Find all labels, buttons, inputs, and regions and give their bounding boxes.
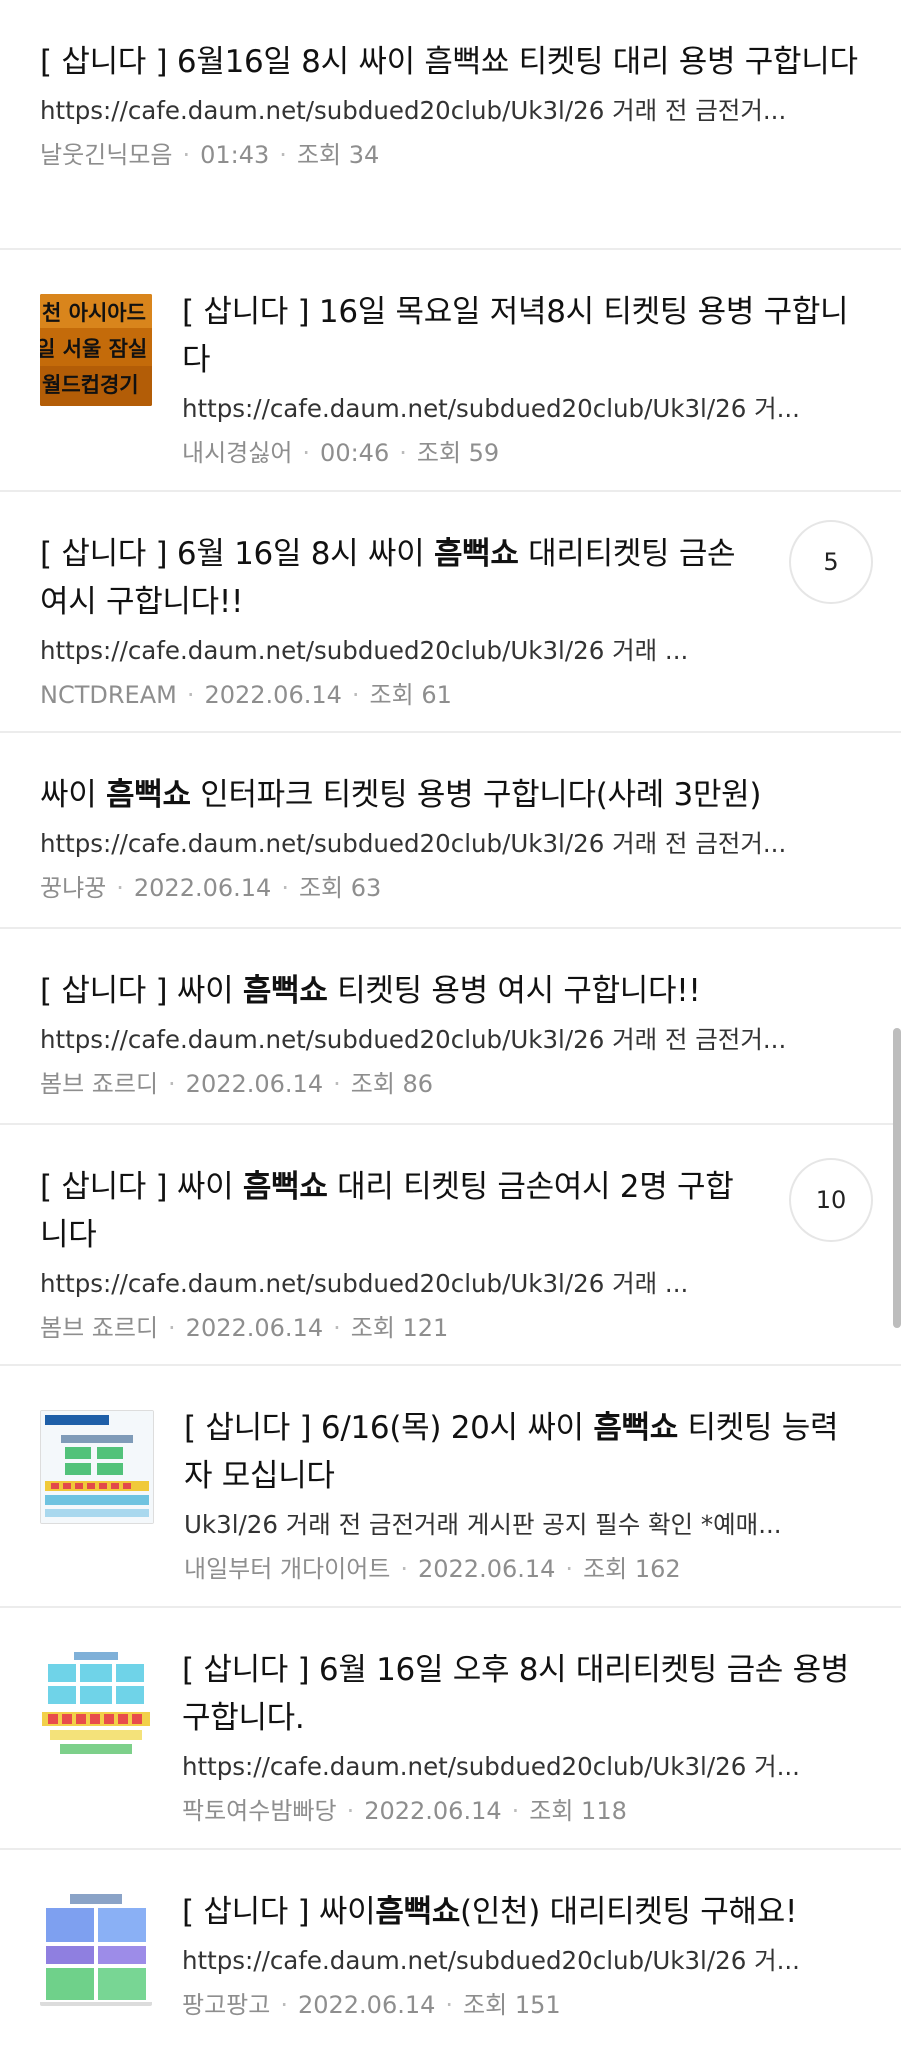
post-views: 조회 86 — [350, 1070, 434, 1098]
post-time: 2022.06.14 — [204, 681, 342, 709]
post-title[interactable]: [ 삽니다 ] 6월 16일 8시 싸이 흠뻑쇼 대리티켓팅 금손 여시 구합니… — [40, 530, 761, 626]
post-author: 봄브 죠르디 — [40, 1070, 159, 1098]
post-excerpt: https://cafe.daum.net/subdued20club/Uk3l… — [182, 1946, 800, 1975]
post-meta: 팡고팡고 · 2022.06.14 · 조회 151 — [182, 1991, 561, 2019]
comment-count-badge[interactable]: 5 — [789, 520, 873, 604]
list-item[interactable]: 천 아시아드 일 서울 잠실 월드컵경기 [ 삽니다 ] 16일 목요일 저녁8… — [0, 250, 901, 492]
post-time: 2022.06.14 — [297, 1991, 436, 2019]
post-author: 내일부터 개다이어트 — [184, 1555, 391, 1583]
thumb-line-2: 일 서울 잠실 — [40, 337, 147, 361]
post-title[interactable]: [ 삽니다 ] 6월 16일 오후 8시 대리티켓팅 금손 용병구합니다. — [182, 1646, 861, 1742]
post-excerpt: https://cafe.daum.net/subdued20club/Uk3l… — [40, 636, 689, 665]
post-author: 팡고팡고 — [182, 1991, 271, 2019]
post-author: 내시경싫어 — [182, 439, 293, 467]
post-thumbnail[interactable] — [40, 1652, 152, 1764]
post-time: 2022.06.14 — [185, 1070, 324, 1098]
search-result-list: [ 삽니다 ] 6월16일 8시 싸이 흠뻑쑈 티켓팅 대리 용병 구합니다 h… — [0, 0, 901, 2048]
seating-chart-image — [41, 1411, 153, 1523]
post-excerpt: https://cafe.daum.net/subdued20club/Uk3l… — [40, 829, 787, 858]
post-meta: 꿍냐꿍 · 2022.06.14 · 조회 63 — [40, 874, 382, 902]
post-thumbnail[interactable] — [40, 1894, 152, 2006]
post-time: 2022.06.14 — [418, 1555, 556, 1583]
post-views: 조회 61 — [369, 681, 452, 709]
post-time: 01:43 — [200, 141, 270, 169]
post-excerpt: https://cafe.daum.net/subdued20club/Uk3l… — [40, 1269, 689, 1298]
post-time: 2022.06.14 — [185, 1314, 324, 1342]
seating-chart-image — [40, 1652, 152, 1764]
post-author: 날웃긴닉모음 — [40, 141, 173, 169]
post-views: 조회 151 — [463, 1991, 561, 2019]
post-title[interactable]: [ 삽니다 ] 싸이 흠뻑쇼 대리 티켓팅 금손여시 2명 구합니다 — [40, 1163, 761, 1259]
post-views: 조회 34 — [296, 141, 380, 169]
post-excerpt: https://cafe.daum.net/subdued20club/Uk3l… — [182, 1752, 800, 1781]
post-author: NCTDREAM — [40, 681, 177, 709]
post-views: 조회 63 — [298, 874, 382, 902]
list-item[interactable]: [ 삽니다 ] 싸이 흠뻑쇼 티켓팅 용병 여시 구합니다!! https://… — [0, 929, 901, 1125]
list-item[interactable]: [ 삽니다 ] 싸이흠뻑쇼(인천) 대리티켓팅 구해요! https://caf… — [0, 1850, 901, 2048]
list-item[interactable]: 싸이 흠뻑쇼 인터파크 티켓팅 용병 구합니다(사례 3만원) https://… — [0, 733, 901, 929]
post-title[interactable]: [ 삽니다 ] 싸이 흠뻑쇼 티켓팅 용병 여시 구합니다!! — [40, 967, 861, 1015]
post-meta: 봄브 죠르디 · 2022.06.14 · 조회 121 — [40, 1314, 449, 1342]
post-time: 2022.06.14 — [133, 874, 272, 902]
post-thumbnail[interactable] — [40, 1410, 154, 1524]
post-title[interactable]: [ 삽니다 ] 6월16일 8시 싸이 흠뻑쑈 티켓팅 대리 용병 구합니다 — [40, 38, 861, 86]
post-meta: 날웃긴닉모음 · 01:43 · 조회 34 — [40, 141, 380, 169]
post-thumbnail[interactable]: 천 아시아드 일 서울 잠실 월드컵경기 — [40, 294, 152, 406]
post-views: 조회 162 — [583, 1555, 681, 1583]
post-time: 2022.06.14 — [364, 1797, 502, 1825]
list-item[interactable]: [ 삽니다 ] 6/16(목) 20시 싸이 흠뻑쇼 티켓팅 능력자 모십니다 … — [0, 1366, 901, 1608]
post-excerpt: Uk3l/26 거래 전 금전거래 게시판 공지 필수 확인 *예매... — [184, 1510, 782, 1539]
post-title[interactable]: 싸이 흠뻑쇼 인터파크 티켓팅 용병 구합니다(사례 3만원) — [40, 771, 861, 819]
post-views: 조회 59 — [416, 439, 500, 467]
post-author: 팍토여수밤빠당 — [182, 1797, 337, 1825]
list-item[interactable]: [ 삽니다 ] 6월 16일 8시 싸이 흠뻑쇼 대리티켓팅 금손 여시 구합니… — [0, 492, 901, 733]
comment-count-badge[interactable]: 10 — [789, 1158, 873, 1242]
scrollbar[interactable] — [893, 1028, 901, 1328]
post-meta: 봄브 죠르디 · 2022.06.14 · 조회 86 — [40, 1070, 434, 1098]
list-item[interactable]: [ 삽니다 ] 6월 16일 오후 8시 대리티켓팅 금손 용병구합니다. ht… — [0, 1608, 901, 1850]
post-title[interactable]: [ 삽니다 ] 16일 목요일 저녁8시 티켓팅 용병 구합니다 — [182, 288, 861, 384]
post-author: 꿍냐꿍 — [40, 874, 107, 902]
post-meta: 내일부터 개다이어트 · 2022.06.14 · 조회 162 — [184, 1555, 681, 1583]
post-meta: 팍토여수밤빠당 · 2022.06.14 · 조회 118 — [182, 1797, 627, 1825]
post-views: 조회 118 — [529, 1797, 627, 1825]
post-excerpt: https://cafe.daum.net/subdued20club/Uk3l… — [40, 96, 787, 125]
post-time: 00:46 — [320, 439, 390, 467]
post-title[interactable]: [ 삽니다 ] 6/16(목) 20시 싸이 흠뻑쇼 티켓팅 능력자 모십니다 — [184, 1404, 861, 1500]
post-meta: NCTDREAM · 2022.06.14 · 조회 61 — [40, 681, 452, 709]
list-item[interactable]: [ 삽니다 ] 싸이 흠뻑쇼 대리 티켓팅 금손여시 2명 구합니다 https… — [0, 1125, 901, 1366]
seating-chart-image — [40, 1894, 152, 2006]
post-excerpt: https://cafe.daum.net/subdued20club/Uk3l… — [40, 1025, 787, 1054]
thumb-line-3: 월드컵경기 — [42, 373, 139, 397]
post-author: 봄브 죠르디 — [40, 1314, 159, 1342]
thumbnail-image: 천 아시아드 일 서울 잠실 월드컵경기 — [40, 294, 152, 406]
post-meta: 내시경싫어 · 00:46 · 조회 59 — [182, 439, 500, 467]
post-excerpt: https://cafe.daum.net/subdued20club/Uk3l… — [182, 394, 800, 423]
list-item[interactable]: [ 삽니다 ] 6월16일 8시 싸이 흠뻑쑈 티켓팅 대리 용병 구합니다 h… — [0, 0, 901, 250]
post-views: 조회 121 — [350, 1314, 449, 1342]
post-title[interactable]: [ 삽니다 ] 싸이흠뻑쇼(인천) 대리티켓팅 구해요! — [182, 1888, 861, 1936]
thumb-line-1: 천 아시아드 — [42, 301, 146, 325]
